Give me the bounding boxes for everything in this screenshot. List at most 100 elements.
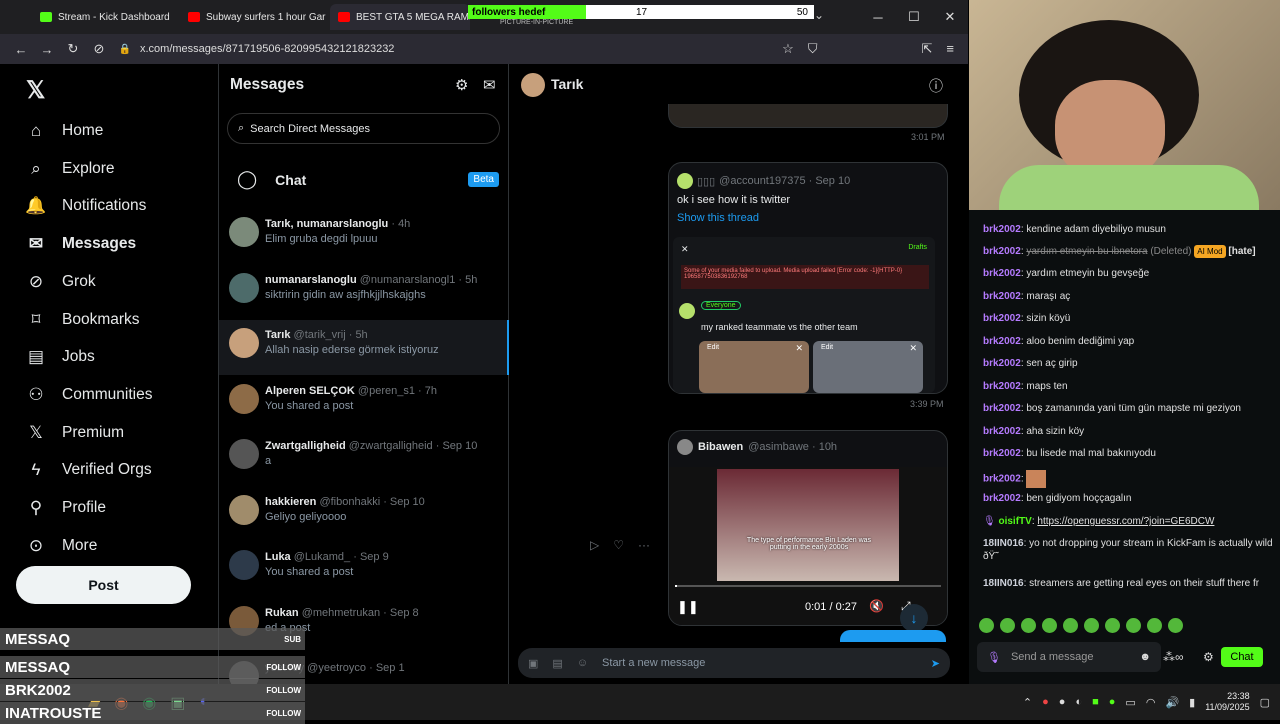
mute-icon[interactable]: 🔇 <box>869 599 884 613</box>
nav-item-grok[interactable]: ⊘ Grok <box>26 267 96 297</box>
nav-item-profile[interactable]: ⚲ Profile <box>26 493 106 523</box>
gear-icon[interactable]: ⚙ <box>455 76 468 94</box>
conversation-item[interactable]: Alperen SELÇOK @peren_s1 · 7h You shared … <box>219 376 509 431</box>
tracking-shield-icon[interactable]: ⊘ <box>86 41 112 57</box>
send-icon[interactable]: ➤ <box>931 657 940 670</box>
conversation-item[interactable]: Luka @Lukamd_ · Sep 9 You shared a post <box>219 542 509 597</box>
message-input[interactable]: Start a new message <box>602 657 705 669</box>
pause-icon[interactable]: ❚❚ <box>677 599 699 615</box>
shared-post-2[interactable]: Bibawen @asimbawe · 10h The type of perf… <box>668 430 948 626</box>
tray-app-icon[interactable]: ◐ <box>1075 696 1082 708</box>
emote-icon[interactable] <box>1042 618 1057 633</box>
mic-icon[interactable]: 🎙 <box>987 651 1001 664</box>
nav-item-communities[interactable]: ⚇ Communities <box>26 380 152 410</box>
conversation-item[interactable]: Zwartgalligheid @zwartgalligheid · Sep 1… <box>219 431 509 486</box>
back-icon[interactable]: ← <box>8 42 34 57</box>
chat-link[interactable]: https://openguessr.com/?join=GE6DCW <box>1037 516 1214 527</box>
emoji-icon[interactable]: ☻ <box>1139 651 1151 663</box>
nav-item-premium[interactable]: 𝕏 Premium <box>26 418 124 448</box>
chat-username[interactable]: 18IIN016 <box>983 538 1024 549</box>
image-icon[interactable]: ▣ <box>528 657 538 670</box>
pip-label[interactable]: PICTURE-IN-PICTURE <box>500 19 573 26</box>
react-icon[interactable]: ♡ <box>613 538 624 552</box>
nav-item-verified-orgs[interactable]: ϟ Verified Orgs <box>26 455 152 485</box>
chat-username[interactable]: brk2002 <box>983 381 1021 392</box>
emoji-icon[interactable]: ☺ <box>577 657 588 669</box>
battery-icon[interactable]: ▮ <box>1189 696 1195 709</box>
chat-username[interactable]: brk2002 <box>983 313 1021 324</box>
conversation-item[interactable]: Tarık @tarik_vrij · 5h Allah nasip ederse… <box>219 320 509 375</box>
new-message-icon[interactable]: ✉ <box>483 76 496 94</box>
x-logo-icon[interactable]: 𝕏 <box>26 76 45 105</box>
notification-icon[interactable]: ▢ <box>1260 696 1270 709</box>
pocket-icon[interactable]: ⛉ <box>808 41 818 57</box>
share-icon[interactable]: ▷ <box>590 538 599 552</box>
nav-item-explore[interactable]: ⌕ Explore <box>26 154 114 184</box>
conversation-item[interactable]: numanarslanoglu @numanarslanogl1 · 5h sik… <box>219 265 509 320</box>
video-player[interactable]: The type of performance Bin Laden was pu… <box>669 467 947 625</box>
emote-icon[interactable] <box>979 618 994 633</box>
reload-icon[interactable]: ↻ <box>60 41 86 57</box>
tab-subway-surfers[interactable]: Subway surfers 1 hour Gar ✕ <box>180 4 330 30</box>
chat-username[interactable]: 18IIN016 <box>983 578 1024 589</box>
shared-post-1[interactable]: ▯▯▯ @account197375 · Sep 10 ok i see how… <box>668 162 948 394</box>
chat-username[interactable]: brk2002 <box>983 426 1021 437</box>
emote-icon[interactable] <box>1126 618 1141 633</box>
chat-username[interactable]: brk2002 <box>983 336 1021 347</box>
nav-item-home[interactable]: ⌂ Home <box>26 116 104 146</box>
chevron-up-icon[interactable]: ⌃ <box>1023 696 1032 709</box>
previous-media[interactable] <box>668 104 948 128</box>
gear-icon[interactable]: ⚙ <box>1203 650 1214 664</box>
monitor-icon[interactable]: ▭ <box>1125 696 1135 709</box>
tray-app-icon[interactable]: ● <box>1059 696 1066 708</box>
url-field[interactable]: x.com/messages/871719506-820995432121823… <box>140 43 394 55</box>
chevron-down-icon[interactable]: ⌄ <box>814 8 824 22</box>
emote-icon[interactable] <box>1105 618 1120 633</box>
emote-icon[interactable] <box>1000 618 1015 633</box>
chat-username[interactable]: brk2002 <box>983 358 1021 369</box>
chat-username[interactable]: brk2002 <box>983 291 1021 302</box>
info-icon[interactable]: ⓘ <box>929 76 943 96</box>
chat-entry[interactable]: ◯ Chat Beta <box>237 169 499 190</box>
emote-icon[interactable] <box>1021 618 1036 633</box>
video-progress[interactable] <box>675 585 941 587</box>
emote-icon[interactable] <box>1147 618 1162 633</box>
nav-item-bookmarks[interactable]: ⌑ Bookmarks <box>26 305 140 335</box>
search-input[interactable]: ⌕ Search Direct Messages <box>227 113 500 144</box>
forward-icon[interactable]: → <box>34 42 60 57</box>
show-thread-link[interactable]: Show this thread <box>677 212 759 224</box>
nav-item-messages[interactable]: ✉ Messages <box>26 229 136 259</box>
chat-input[interactable]: 🎙 Send a message ☻ <box>977 642 1161 672</box>
tray-app-icon[interactable]: ● <box>1109 696 1116 708</box>
tab-kick-dashboard[interactable]: Stream - Kick Dashboard ✕ <box>32 4 180 30</box>
clock[interactable]: 23:38 11/09/2025 <box>1205 691 1249 713</box>
extensions-icon[interactable]: ⇱ <box>922 41 933 57</box>
chat-username[interactable]: brk2002 <box>983 403 1021 414</box>
tab-gta-ramp[interactable]: BEST GTA 5 MEGA RAMP <box>330 4 470 30</box>
minimize-icon[interactable]: ─ <box>860 10 896 25</box>
emote-icon[interactable] <box>1084 618 1099 633</box>
more-icon[interactable]: ··· <box>638 538 650 552</box>
nav-item-more[interactable]: ⊙ More <box>26 531 97 561</box>
kick-icon[interactable]: ■ <box>1092 696 1099 708</box>
nav-item-jobs[interactable]: ▤ Jobs <box>26 342 95 372</box>
close-window-icon[interactable]: ✕ <box>932 9 968 25</box>
emote-icon[interactable] <box>1168 618 1183 633</box>
gif-icon[interactable]: ▤ <box>552 657 562 670</box>
conversation-item[interactable]: Tarık, numanarslanoglu · 4h Elim gruba de… <box>219 209 509 264</box>
maximize-icon[interactable]: ☐ <box>896 9 932 25</box>
chat-username[interactable]: brk2002 <box>983 474 1021 485</box>
chat-username[interactable]: brk2002 <box>983 493 1021 504</box>
chat-username[interactable]: brk2002 <box>983 448 1021 459</box>
scroll-down-icon[interactable]: ↓ <box>900 604 928 632</box>
chat-username[interactable]: brk2002 <box>983 268 1021 279</box>
tray-app-icon[interactable]: ● <box>1042 696 1049 708</box>
chat-send-button[interactable]: Chat <box>1221 647 1263 667</box>
wifi-icon[interactable]: ◠ <box>1146 696 1156 709</box>
menu-icon[interactable]: ≡ <box>946 41 954 57</box>
star-icon[interactable]: ☆ <box>782 41 794 57</box>
post-button[interactable]: Post <box>16 566 191 604</box>
chat-username[interactable]: brk2002 <box>983 246 1021 257</box>
chat-username[interactable]: brk2002 <box>983 224 1021 235</box>
volume-icon[interactable]: 🔊 <box>1165 696 1179 709</box>
